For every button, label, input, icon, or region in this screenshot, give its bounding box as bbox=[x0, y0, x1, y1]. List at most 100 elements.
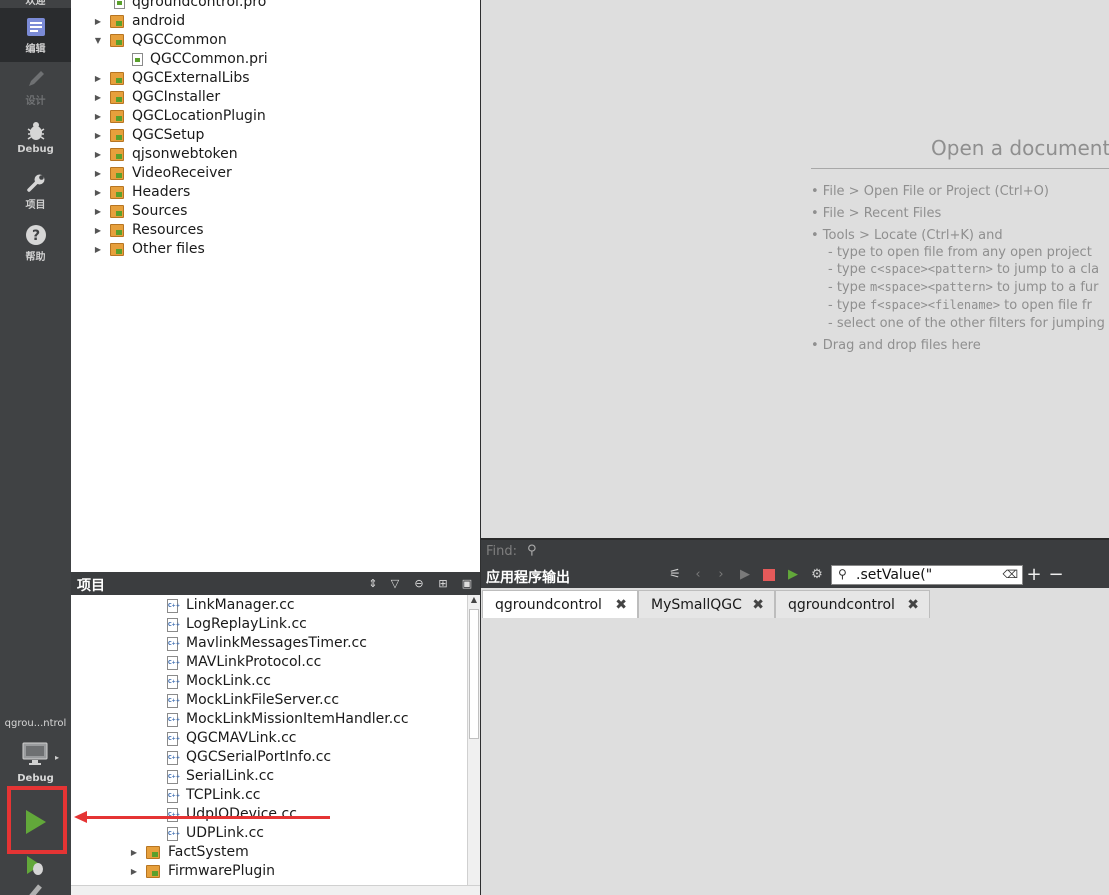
chevron-right-icon[interactable]: ▶ bbox=[93, 221, 103, 240]
sort-button[interactable]: ⇕ bbox=[365, 576, 381, 592]
hint-text: - type bbox=[828, 262, 870, 277]
tree-item[interactable]: ▶ QGCSetup bbox=[71, 126, 480, 145]
tree-item[interactable]: ▶ Headers bbox=[71, 183, 480, 202]
source-file-item[interactable]: C++ MockLink.cc bbox=[71, 672, 467, 691]
source-file-item[interactable]: C++ TCPLink.cc bbox=[71, 786, 467, 805]
source-file-label: SerialLink.cc bbox=[186, 768, 275, 784]
mode-debug[interactable]: Debug bbox=[0, 118, 71, 162]
output-tab-label: MySmallQGC bbox=[651, 597, 742, 613]
source-file-item[interactable]: C++ LogReplayLink.cc bbox=[71, 615, 467, 634]
chevron-right-icon[interactable]: ▶ bbox=[93, 88, 103, 107]
source-file-label: MockLinkMissionItemHandler.cc bbox=[186, 711, 409, 727]
chevron-right-icon[interactable]: ▶ bbox=[129, 862, 139, 881]
output-tab-2[interactable]: MySmallQGC ✖ bbox=[638, 590, 775, 618]
tree-item[interactable]: ▶ Sources bbox=[71, 202, 480, 221]
tree-item-label: QGCCommon.pri bbox=[150, 51, 268, 67]
cpp-file-icon: C++ bbox=[167, 713, 180, 727]
tree-item[interactable]: ▼ QGCCommon bbox=[71, 31, 480, 50]
source-file-item[interactable]: C++ UdpIODevice.cc bbox=[71, 805, 467, 824]
vertical-scrollbar[interactable]: ▲ bbox=[467, 595, 480, 885]
next-button[interactable]: › bbox=[713, 567, 729, 583]
tree-item[interactable]: ▶ android bbox=[71, 12, 480, 31]
projects-pane-header: 项目 ⇕ ▽ ⊖ ⊞ ▣ bbox=[71, 572, 480, 595]
tree-item[interactable]: QGCCommon.pri bbox=[71, 50, 480, 69]
source-file-item[interactable]: C++ LinkManager.cc bbox=[71, 596, 467, 615]
tree-item[interactable]: ▶ qjsonwebtoken bbox=[71, 145, 480, 164]
mode-projects[interactable]: 项目 bbox=[0, 170, 71, 214]
cpp-file-icon: C++ bbox=[167, 694, 180, 708]
chevron-right-icon[interactable]: ▶ bbox=[93, 107, 103, 126]
close-icon[interactable]: ✖ bbox=[752, 591, 764, 619]
mode-welcome[interactable]: 欢迎 bbox=[0, 0, 71, 6]
source-file-item[interactable]: C++ SerialLink.cc bbox=[71, 767, 467, 786]
clear-filter-icon[interactable]: ⌫ bbox=[1002, 568, 1018, 581]
cpp-file-icon: C++ bbox=[167, 618, 180, 632]
kit-selector[interactable]: ▸ Debug bbox=[0, 740, 71, 786]
find-label: Find: bbox=[486, 544, 518, 559]
tree-item[interactable]: ▶ Other files bbox=[71, 240, 480, 259]
tree-item[interactable]: ▶ QGCLocationPlugin bbox=[71, 107, 480, 126]
stop-button[interactable] bbox=[761, 567, 777, 583]
output-filter[interactable]: ⚲ ⌫ bbox=[831, 565, 1023, 585]
source-file-item[interactable]: C++ QGCSerialPortInfo.cc bbox=[71, 748, 467, 767]
source-file-item[interactable]: C++ UDPLink.cc bbox=[71, 824, 467, 843]
chevron-right-icon[interactable]: ▶ bbox=[93, 145, 103, 164]
filter-button[interactable]: ▽ bbox=[387, 576, 403, 592]
chevron-right-icon[interactable]: ▶ bbox=[93, 164, 103, 183]
chevron-right-icon[interactable]: ▶ bbox=[93, 240, 103, 259]
source-file-item[interactable]: C++ MockLinkFileServer.cc bbox=[71, 691, 467, 710]
clean-output-button[interactable]: ⚟ bbox=[667, 567, 683, 583]
output-tab-1[interactable]: qgroundcontrol ✖ bbox=[482, 590, 638, 618]
scroll-up-icon[interactable]: ▲ bbox=[468, 595, 480, 607]
source-file-label: LogReplayLink.cc bbox=[186, 616, 307, 632]
close-pane-button[interactable]: ▣ bbox=[459, 576, 475, 592]
tree-item[interactable]: ▶ QGCInstaller bbox=[71, 88, 480, 107]
output-filter-input[interactable] bbox=[856, 567, 996, 583]
open-document-rule bbox=[811, 168, 1109, 169]
tree-item[interactable]: qgroundcontrol.pro bbox=[71, 0, 480, 12]
annotation-arrow-line bbox=[86, 816, 330, 819]
chevron-right-icon[interactable]: ▶ bbox=[93, 183, 103, 202]
gear-icon: ⚙ bbox=[811, 567, 823, 582]
scrollbar-thumb[interactable] bbox=[469, 609, 479, 739]
close-icon[interactable]: ✖ bbox=[907, 591, 919, 619]
debug-run-icon bbox=[27, 856, 43, 875]
chevron-right-icon[interactable]: ▶ bbox=[93, 202, 103, 221]
debug-run-button[interactable] bbox=[20, 852, 54, 880]
chevron-right-icon[interactable]: ▶ bbox=[93, 69, 103, 88]
stop-icon bbox=[763, 569, 775, 581]
folder-item[interactable]: ▶ FactSystem bbox=[71, 843, 467, 862]
search-icon[interactable]: ⚲ bbox=[527, 543, 537, 558]
rerun-button[interactable]: ▶ bbox=[737, 567, 753, 583]
previous-button[interactable]: ‹ bbox=[690, 567, 706, 583]
add-output-button[interactable]: + bbox=[1026, 566, 1042, 584]
hint-text: to jump to a fur bbox=[992, 280, 1099, 295]
mode-help[interactable]: ? 帮助 bbox=[0, 222, 71, 266]
mode-selector: 欢迎 编辑 设计 Debug 项目 ? 帮助 qgrou...ntrol ▸ D… bbox=[0, 0, 71, 895]
chevron-down-icon[interactable]: ▼ bbox=[93, 31, 103, 50]
tree-item[interactable]: ▶ Resources bbox=[71, 221, 480, 240]
tree-item[interactable]: ▶ QGCExternalLibs bbox=[71, 69, 480, 88]
source-file-item[interactable]: C++ MockLinkMissionItemHandler.cc bbox=[71, 710, 467, 729]
mode-design[interactable]: 设计 bbox=[0, 66, 71, 110]
settings-button[interactable]: ⚙ bbox=[809, 567, 825, 583]
chevron-right-icon[interactable]: ▶ bbox=[93, 126, 103, 145]
chevron-right-icon[interactable]: ▶ bbox=[129, 843, 139, 862]
build-button[interactable] bbox=[20, 882, 54, 895]
split-button[interactable]: ⊞ bbox=[435, 576, 451, 592]
source-file-item[interactable]: C++ QGCMAVLink.cc bbox=[71, 729, 467, 748]
cpp-file-icon: C++ bbox=[167, 770, 180, 784]
horizontal-scrollbar[interactable] bbox=[71, 885, 480, 895]
chevron-right-icon[interactable]: ▶ bbox=[93, 12, 103, 31]
output-tab-3[interactable]: qgroundcontrol ✖ bbox=[775, 590, 930, 618]
tree-item[interactable]: ▶ VideoReceiver bbox=[71, 164, 480, 183]
mode-edit[interactable]: 编辑 bbox=[0, 8, 71, 62]
source-file-item[interactable]: C++ MavlinkMessagesTimer.cc bbox=[71, 634, 467, 653]
source-file-item[interactable]: C++ MAVLinkProtocol.cc bbox=[71, 653, 467, 672]
link-editor-button[interactable]: ⊖ bbox=[411, 576, 427, 592]
attach-debugger-button[interactable]: ▶ bbox=[785, 567, 801, 583]
close-icon[interactable]: ✖ bbox=[615, 591, 627, 619]
folder-item[interactable]: ▶ FirmwarePlugin bbox=[71, 862, 467, 881]
remove-output-button[interactable]: − bbox=[1048, 566, 1064, 584]
mode-edit-label: 编辑 bbox=[25, 44, 46, 55]
